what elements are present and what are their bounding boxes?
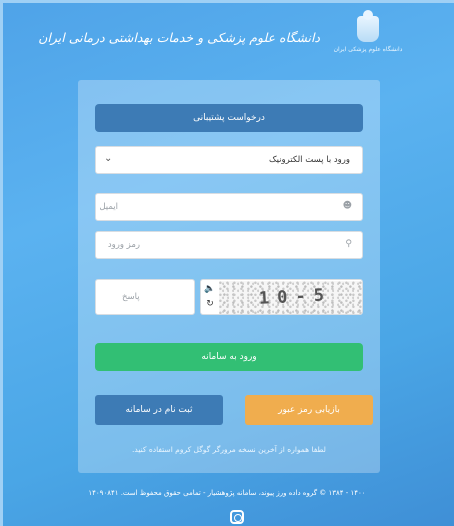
register-button[interactable]: ثبت نام در سامانه <box>95 395 223 425</box>
login-method-value: ورود با پست الکترونیک <box>269 155 350 165</box>
captcha-text: 10-5 <box>258 285 333 309</box>
logo-icon <box>357 10 379 42</box>
captcha-controls: 🔈 ↻ <box>203 282 217 312</box>
chevron-down-icon: ⌄ <box>104 153 113 164</box>
login-method-select[interactable]: ورود با پست الکترونیک ⌄ <box>95 146 363 174</box>
header: دانشگاه علوم پزشکی و خدمات بهداشتی درمان… <box>38 10 402 62</box>
key-icon: ⚲ <box>345 239 352 249</box>
university-title: دانشگاه علوم پزشکی و خدمات بهداشتی درمان… <box>38 30 320 45</box>
captcha-answer-input[interactable]: پاسخ <box>95 279 195 315</box>
footer-copyright: ۱۴۰۰ - ۱۳۸۴ © گروه داده ورز پیوند، سامان… <box>88 489 366 497</box>
logo-caption: دانشگاه علوم پزشکی ایران <box>333 46 403 53</box>
refresh-icon[interactable]: ↻ <box>203 297 217 312</box>
university-logo: دانشگاه علوم پزشکی ایران <box>328 10 408 62</box>
user-icon: ☻ <box>342 201 352 211</box>
login-button[interactable]: ورود به سامانه <box>95 343 363 371</box>
email-field[interactable]: ☻ ایمیل <box>95 193 363 221</box>
password-field[interactable]: ⚲ رمز ورود <box>95 231 363 259</box>
browser-notice: لطفا همواره از آخرین نسخه مرورگر گوگل کر… <box>132 445 326 454</box>
email-placeholder: ایمیل <box>99 202 118 212</box>
captcha-box: 🔈 ↻ 10-5 <box>200 279 363 315</box>
password-placeholder: رمز ورود <box>107 240 140 250</box>
support-request-button[interactable]: درخواست پشتیبانی <box>95 104 363 132</box>
captcha-image: 10-5 <box>219 281 362 314</box>
instagram-icon[interactable] <box>230 510 244 524</box>
recover-password-button[interactable]: بازیابی رمز عبور <box>245 395 373 425</box>
answer-placeholder: پاسخ <box>122 292 140 302</box>
sound-icon[interactable]: 🔈 <box>203 282 217 297</box>
